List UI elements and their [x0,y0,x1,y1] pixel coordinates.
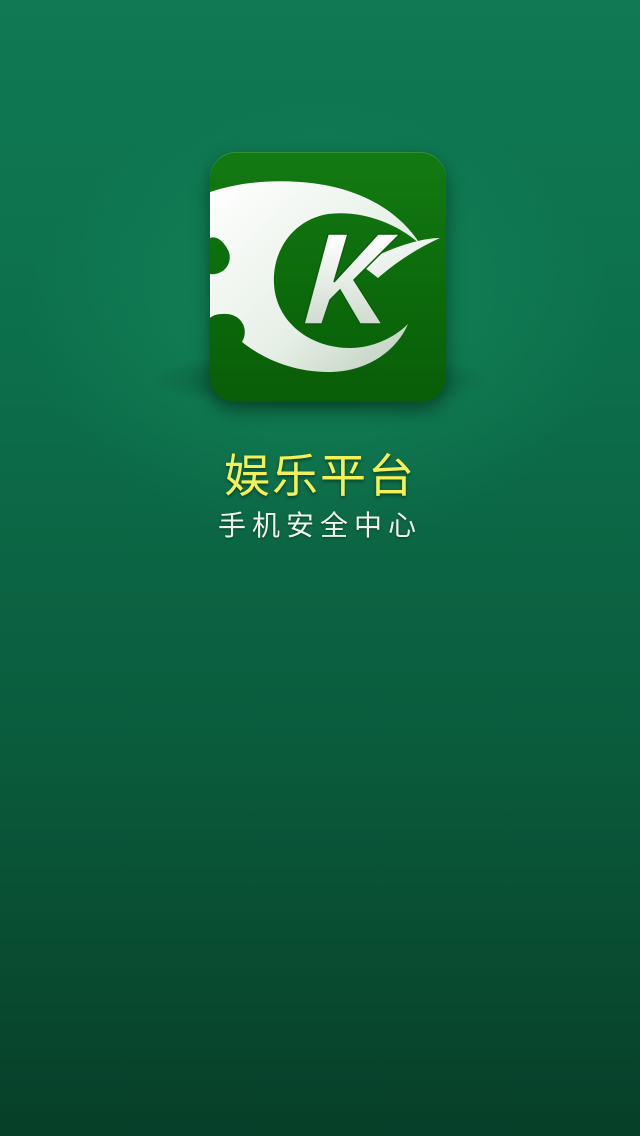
app-logo-icon [210,152,446,402]
app-subtitle: 手机安全中心 [217,509,422,542]
app-name: 娱乐平台 [224,449,416,503]
title-block: 娱乐平台 手机安全中心 [0,446,640,544]
splash-screen: 娱乐平台 手机安全中心 [0,0,640,1136]
k-swirl-logo-icon [210,181,440,372]
k-letter-icon [303,233,402,325]
swirl-shape [210,181,420,372]
